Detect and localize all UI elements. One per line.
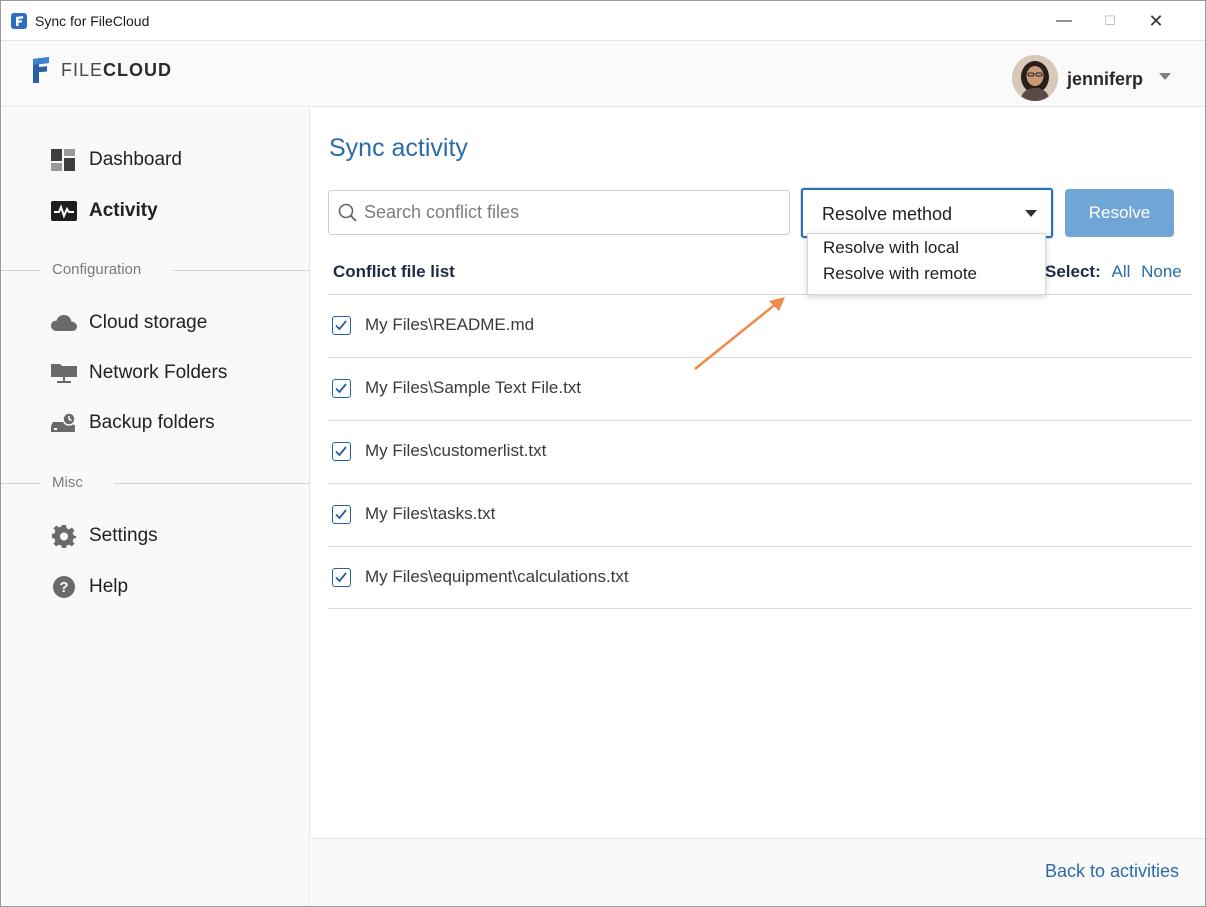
checkmark-icon	[335, 446, 347, 457]
resolve-method-dropdown: Resolve with local Resolve with remote	[807, 233, 1046, 295]
sidebar-item-label: Activity	[89, 200, 158, 221]
sidebar-item-label: Dashboard	[89, 149, 182, 170]
option-resolve-local[interactable]: Resolve with local	[823, 238, 959, 258]
search-input[interactable]	[364, 191, 784, 234]
checkmark-icon	[335, 320, 347, 331]
checkbox[interactable]	[332, 379, 351, 398]
minimize-button[interactable]: —	[1041, 1, 1087, 41]
cloud-icon	[51, 312, 77, 334]
resolve-method-select[interactable]: Resolve method	[801, 188, 1053, 238]
list-item[interactable]: My Files\equipment\calculations.txt	[328, 546, 1192, 609]
resolve-method-value: Resolve method	[822, 204, 953, 224]
window-title: Sync for FileCloud	[35, 13, 150, 29]
checkbox[interactable]	[332, 442, 351, 461]
section-misc: Misc	[1, 474, 310, 494]
file-path: My Files\README.md	[365, 315, 535, 334]
select-none-link[interactable]: None	[1141, 262, 1182, 281]
sidebar: Dashboard Activity Configuration Cloud s…	[1, 108, 310, 906]
filecloud-app-icon	[11, 13, 27, 29]
file-path: My Files\equipment\calculations.txt	[365, 567, 629, 586]
chevron-down-icon	[1025, 210, 1037, 217]
logo-wordmark: FILECLOUD	[61, 60, 173, 80]
sidebar-item-backup-folders[interactable]: Backup folders	[51, 408, 215, 438]
section-configuration: Configuration	[1, 261, 310, 281]
select-label: Select:	[1045, 262, 1101, 281]
select-controls: Select: All None	[1045, 262, 1182, 282]
close-button[interactable]: ✕	[1133, 1, 1179, 41]
checkbox[interactable]	[332, 568, 351, 587]
sidebar-item-cloud-storage[interactable]: Cloud storage	[51, 308, 207, 338]
gear-icon	[51, 525, 77, 548]
sidebar-item-label: Help	[89, 576, 129, 597]
activity-icon	[51, 200, 77, 222]
file-path: My Files\Sample Text File.txt	[365, 378, 582, 397]
page-title: Sync activity	[329, 134, 468, 162]
backup-icon	[51, 412, 77, 434]
user-photo	[1012, 55, 1058, 101]
conflict-list-header: Conflict file list	[333, 262, 455, 281]
sidebar-item-help[interactable]: ? Help	[51, 572, 128, 602]
app-window: Sync for FileCloud — ☐ ✕ FILECLOUD jenni…	[0, 0, 1206, 907]
back-to-activities-link[interactable]: Back to activities	[1045, 861, 1179, 882]
search-box[interactable]	[328, 190, 790, 235]
dashboard-icon	[51, 149, 77, 171]
select-all-link[interactable]: All	[1111, 262, 1130, 281]
help-icon: ?	[51, 576, 77, 598]
sidebar-item-label: Cloud storage	[89, 312, 208, 333]
network-folder-icon	[51, 362, 77, 384]
filecloud-logo-icon	[33, 57, 49, 83]
sidebar-item-label: Backup folders	[89, 412, 215, 433]
file-path: My Files\tasks.txt	[365, 504, 496, 523]
sidebar-item-label: Settings	[89, 525, 158, 546]
list-item[interactable]: My Files\customerlist.txt	[328, 420, 1192, 483]
username[interactable]: jenniferp	[1067, 69, 1143, 90]
svg-text:?: ?	[59, 579, 68, 596]
checkbox[interactable]	[332, 316, 351, 335]
list-item[interactable]: My Files\tasks.txt	[328, 483, 1192, 546]
sidebar-item-dashboard[interactable]: Dashboard	[51, 145, 182, 175]
section-label: Configuration	[52, 261, 142, 278]
checkmark-icon	[335, 383, 347, 394]
sidebar-item-activity[interactable]: Activity	[51, 196, 158, 226]
section-label: Misc	[52, 474, 83, 491]
annotation-arrow-icon	[694, 297, 785, 370]
option-resolve-remote[interactable]: Resolve with remote	[823, 264, 977, 284]
search-icon	[338, 203, 357, 222]
avatar[interactable]	[1012, 55, 1058, 101]
file-path: My Files\customerlist.txt	[365, 441, 547, 460]
chevron-down-icon[interactable]	[1159, 73, 1171, 80]
maximize-button[interactable]: ☐	[1087, 1, 1133, 41]
checkbox[interactable]	[332, 505, 351, 524]
app-header: FILECLOUD jenniferp	[1, 41, 1205, 107]
sidebar-item-settings[interactable]: Settings	[51, 521, 158, 551]
checkmark-icon	[335, 509, 347, 520]
title-bar: Sync for FileCloud — ☐ ✕	[1, 1, 1205, 41]
checkmark-icon	[335, 572, 347, 583]
sidebar-item-label: Network Folders	[89, 362, 228, 383]
footer-bar: Back to activities	[311, 838, 1205, 906]
sidebar-item-network-folders[interactable]: Network Folders	[51, 358, 227, 388]
resolve-button[interactable]: Resolve	[1065, 189, 1174, 237]
